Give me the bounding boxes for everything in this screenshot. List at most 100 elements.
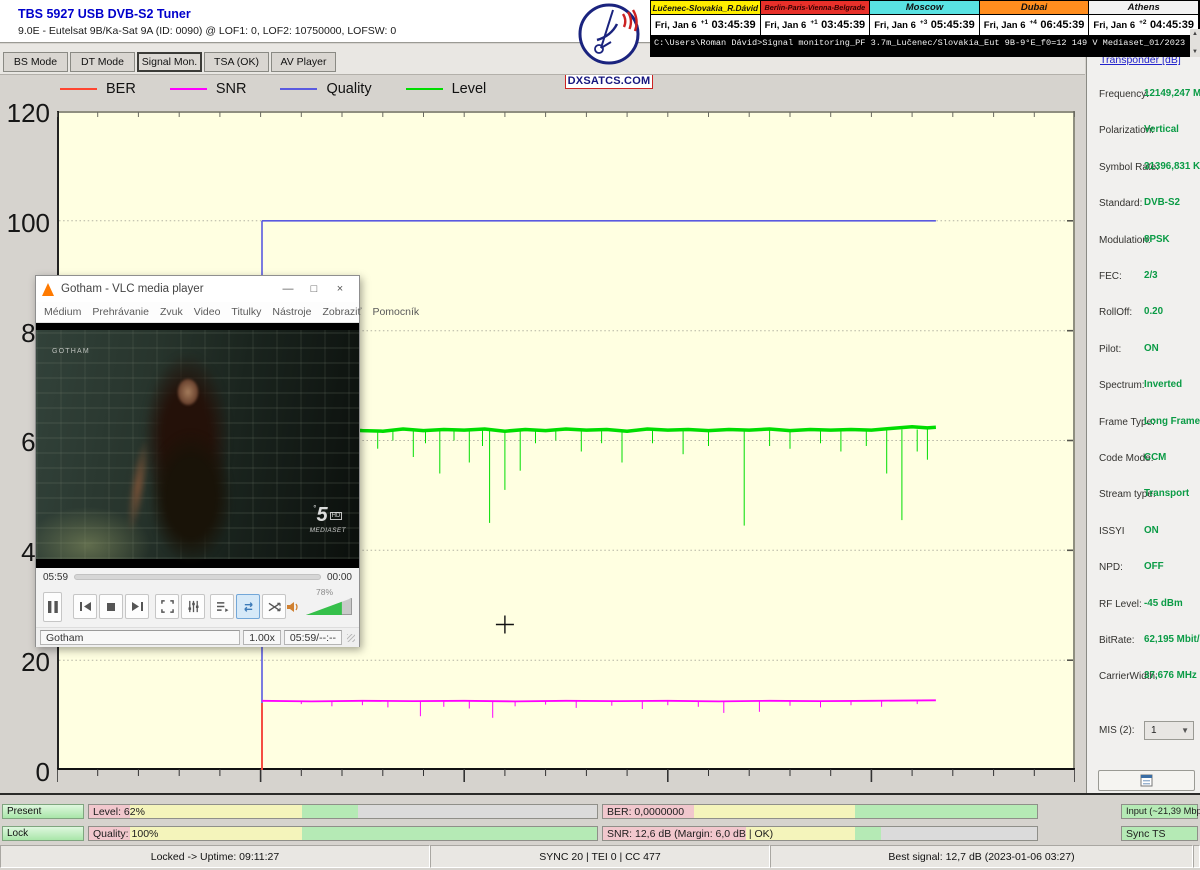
- utc-offset: +3: [920, 19, 927, 26]
- vlc-menu-item[interactable]: Zobraziť: [322, 306, 361, 318]
- maximize-button[interactable]: □: [301, 283, 327, 295]
- tab-signal-mon[interactable]: Signal Mon.: [137, 52, 202, 72]
- previous-icon: [79, 601, 92, 612]
- vlc-window: Gotham - VLC media player — □ × Médium Pr…: [35, 275, 360, 647]
- vlc-controls-row: 78%: [36, 586, 359, 627]
- param-label: Standard:: [1099, 198, 1142, 209]
- ber-meter: BER: 0,0000000: [602, 804, 1038, 819]
- input-rate-label: Input (~21,39 Mbps): [1126, 806, 1200, 816]
- playback-rate[interactable]: 1.00x: [243, 630, 281, 645]
- sidebar-param-row: Modulation:8PSK: [1087, 229, 1200, 265]
- vlc-menu-item[interactable]: Zvuk: [160, 306, 183, 318]
- minimize-button[interactable]: —: [275, 283, 301, 295]
- sidebar-param-row: RF Level:-45 dBm: [1087, 593, 1200, 629]
- stream-tool-button[interactable]: [1098, 770, 1195, 791]
- tab-av-player[interactable]: AV Player: [271, 52, 336, 72]
- command-prompt-text: C:\Users\Roman Dávid>Signal monitoring_P…: [650, 38, 1185, 48]
- param-value: 31396,831 KS/s: [1144, 161, 1200, 172]
- param-label: NPD:: [1099, 562, 1123, 573]
- statusbar-section: Best signal: 12,7 dB (2023-01-06 03:27): [770, 845, 1193, 868]
- param-label: RF Level:: [1099, 599, 1142, 610]
- window-list-icon: [1140, 774, 1153, 787]
- quality-line-swatch: [280, 88, 317, 90]
- loop-button[interactable]: [236, 594, 260, 619]
- clock-date: Fri, Jan 6: [874, 20, 916, 31]
- satellite-dish-icon: [577, 2, 641, 66]
- scroll-up-icon[interactable]: ▲: [1192, 31, 1198, 37]
- param-value: Transport: [1144, 488, 1189, 499]
- lock-label: Lock: [7, 828, 28, 839]
- clock-hms: 06:45:39: [1040, 19, 1084, 31]
- sidebar-param-row: Standard:DVB-S2: [1087, 192, 1200, 228]
- scroll-down-icon[interactable]: ▼: [1192, 49, 1198, 55]
- statusbar-section: [1193, 845, 1200, 868]
- volume-percent: 78%: [316, 587, 333, 597]
- param-value: 2/3: [1144, 270, 1158, 281]
- legend-label: Quality: [326, 81, 371, 97]
- snr-meter-label: SNR: 12,6 dB (Margin: 6,0 dB | OK): [607, 828, 773, 840]
- meter-segment: [881, 827, 1037, 840]
- legend-item-snr: SNR: [170, 81, 247, 97]
- vlc-menu-item[interactable]: Nástroje: [272, 306, 311, 318]
- time-display[interactable]: 05:59/--:--: [284, 630, 342, 645]
- volume-slider[interactable]: 78%: [306, 598, 352, 615]
- param-label: Frequency:: [1099, 89, 1149, 100]
- meter-segment: [302, 805, 358, 818]
- legend-label: SNR: [216, 81, 247, 97]
- vlc-menu-item[interactable]: Médium: [44, 306, 81, 318]
- vlc-video-area[interactable]: GOTHAM °5HD MEDIASET: [36, 323, 359, 568]
- stop-button[interactable]: [99, 594, 123, 619]
- sync-ts-label: Sync TS: [1126, 828, 1166, 840]
- clock-time-moscow: Fri, Jan 6 +3 05:45:39: [870, 14, 980, 35]
- random-button[interactable]: [262, 594, 286, 619]
- fullscreen-button[interactable]: [155, 594, 179, 619]
- sidebar-param-row: Pilot:ON: [1087, 338, 1200, 374]
- console-scrollbar[interactable]: ▲ ▼: [1190, 29, 1200, 57]
- pause-button[interactable]: [43, 592, 62, 622]
- stop-icon: [106, 602, 116, 612]
- previous-button[interactable]: [73, 594, 97, 619]
- tab-bar: BS Mode DT Mode Signal Mon. TSA (OK) AV …: [3, 52, 336, 72]
- app-title: TBS 5927 USB DVB-S2 Tuner: [18, 7, 191, 21]
- param-label: RollOff:: [1099, 307, 1132, 318]
- sidebar-param-row: Symbol Rate:31396,831 KS/s: [1087, 156, 1200, 192]
- close-button[interactable]: ×: [327, 283, 353, 295]
- mis-dropdown[interactable]: 1 ▼: [1144, 721, 1194, 740]
- tab-bs-mode[interactable]: BS Mode: [3, 52, 68, 72]
- tab-dt-mode[interactable]: DT Mode: [70, 52, 135, 72]
- tab-tsa[interactable]: TSA (OK): [204, 52, 269, 72]
- resize-grip[interactable]: [347, 634, 355, 642]
- present-label: Present: [7, 806, 41, 817]
- app-statusbar: Locked -> Uptime: 09:11:27SYNC 20 | TEI …: [0, 845, 1200, 868]
- y-tick-0: 0: [2, 757, 50, 788]
- utc-offset: +2: [1139, 19, 1146, 26]
- sidebar-param-row: Frequency:12149,247 MHz: [1087, 83, 1200, 119]
- param-value: 37,676 MHz: [1144, 670, 1197, 681]
- vlc-menu-item[interactable]: Titulky: [231, 306, 261, 318]
- clock-time-berlin: Fri, Jan 6 +1 03:45:39: [761, 14, 871, 35]
- playlist-button[interactable]: [210, 594, 234, 619]
- snr-meter: SNR: 12,6 dB (Margin: 6,0 dB | OK): [602, 826, 1038, 841]
- vlc-statusbar: Gotham 1.00x 05:59/--:--: [36, 627, 359, 647]
- speaker-icon[interactable]: [286, 600, 300, 614]
- mis-row: MIS (2): 1 ▼: [1087, 720, 1200, 744]
- program-title-overlay: GOTHAM: [52, 348, 90, 355]
- vlc-titlebar[interactable]: Gotham - VLC media player — □ ×: [36, 276, 359, 302]
- sidebar-param-row: Polarization:Vertical: [1087, 119, 1200, 155]
- param-label: ISSYI: [1099, 526, 1125, 537]
- mis-value: 1: [1151, 725, 1157, 736]
- param-label: Pilot:: [1099, 344, 1121, 355]
- utc-offset: +1: [701, 19, 708, 26]
- clock-hms: 05:45:39: [931, 19, 975, 31]
- vlc-menu-item[interactable]: Prehrávanie: [92, 306, 149, 318]
- video-figure: [149, 431, 233, 564]
- vlc-seek-row: 05:59 00:00: [36, 568, 359, 586]
- vlc-menu-item[interactable]: Video: [194, 306, 221, 318]
- seek-slider[interactable]: [74, 574, 321, 580]
- clock-hms: 03:45:39: [821, 19, 865, 31]
- extended-settings-button[interactable]: [181, 594, 205, 619]
- sidebar-param-row: CarrierWidth:37,676 MHz: [1087, 665, 1200, 701]
- playlist-icon: [216, 601, 229, 612]
- vlc-menu-item[interactable]: Pomocník: [372, 306, 419, 318]
- next-button[interactable]: [125, 594, 149, 619]
